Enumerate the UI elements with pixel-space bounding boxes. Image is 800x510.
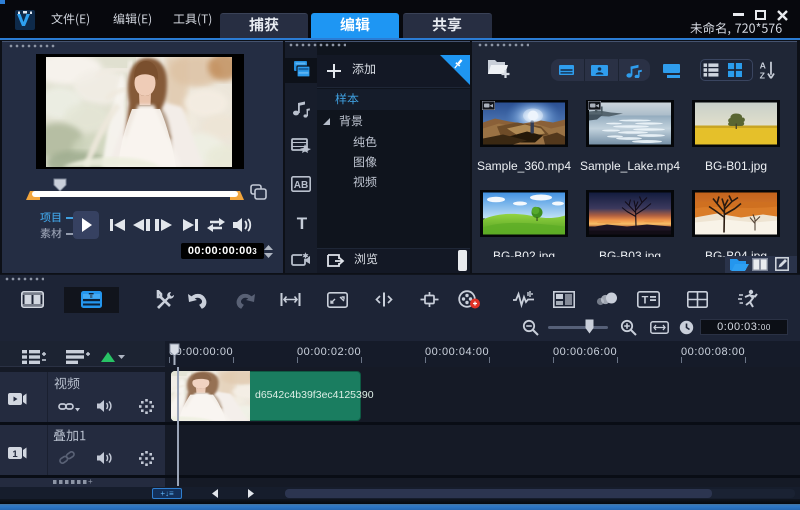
svg-text:A: A bbox=[760, 61, 767, 71]
svg-text:AB: AB bbox=[294, 180, 308, 191]
svg-text:1: 1 bbox=[12, 449, 18, 460]
svg-text:Z: Z bbox=[760, 70, 766, 80]
svg-text:T: T bbox=[642, 295, 649, 307]
